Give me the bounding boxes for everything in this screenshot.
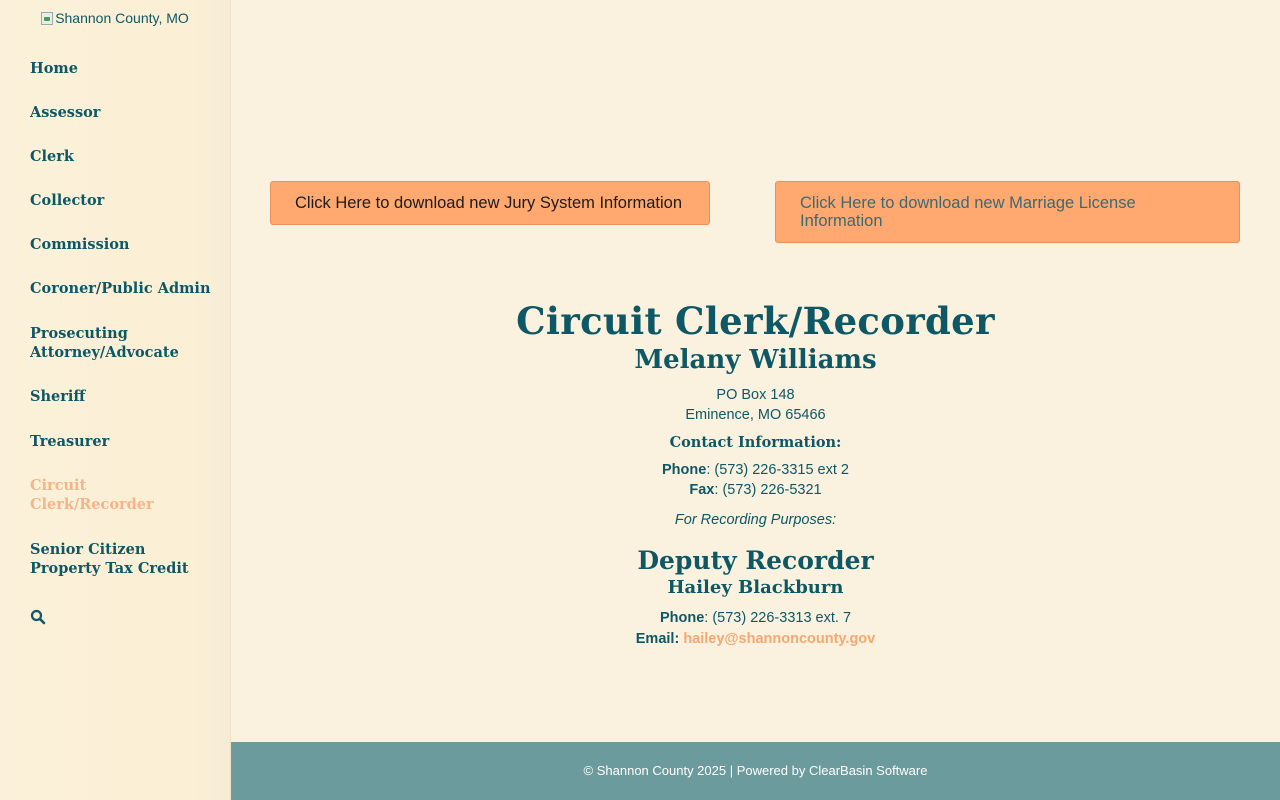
county-logo[interactable]: Shannon County, MO (0, 10, 230, 26)
jury-info-button[interactable]: Click Here to download new Jury System I… (270, 181, 710, 225)
deputy-phone-label: Phone (659, 610, 705, 626)
email-label: Email: (635, 631, 680, 647)
phone-label: Phone (662, 462, 707, 478)
official-name: Melany Williams (634, 345, 877, 375)
address-line-1: PO Box 148 (716, 387, 795, 403)
fax-label: Fax (689, 482, 715, 498)
main-content: Click Here to download new Jury System I… (231, 0, 1280, 742)
page-title: Circuit Clerk/Recorder (516, 299, 995, 343)
fax-value: : (573) 226-5321 (714, 482, 822, 498)
sidebar: Shannon County, MO Home Assessor Clerk C… (0, 0, 231, 800)
nav-item-sheriff[interactable]: Sheriff (30, 387, 215, 406)
nav-item-circuit-clerk-recorder[interactable]: Circuit Clerk/Recorder (30, 476, 160, 514)
recording-note: For Recording Purposes: (674, 512, 837, 528)
nav-item-prosecuting-attorney[interactable]: Prosecuting Attorney/Advocate (30, 324, 180, 362)
nav-item-senior-citizen-tax-credit[interactable]: Senior Citizen Property Tax Credit (30, 540, 190, 578)
deputy-name: Hailey Blackburn (667, 577, 844, 598)
nav-item-assessor[interactable]: Assessor (30, 103, 215, 122)
deputy-phone: Phone: (573) 226-3313 ext. 7 (231, 608, 1280, 628)
nav-item-home[interactable]: Home (30, 59, 215, 78)
address-line-2: Eminence, MO 65466 (685, 407, 826, 423)
logo-alt-text: Shannon County, MO (55, 10, 189, 26)
footer-text: © Shannon County 2025 | Powered by Clear… (583, 763, 928, 778)
contact-heading: Contact Information: (669, 434, 842, 451)
office-fax: Fax: (573) 226-5321 (231, 480, 1280, 500)
deputy-phone-value: : (573) 226-3313 ext. 7 (704, 610, 852, 626)
nav-item-commission[interactable]: Commission (30, 235, 215, 254)
deputy-email: Email: hailey@shannoncounty.gov (231, 629, 1280, 649)
search-icon[interactable] (30, 609, 46, 625)
deputy-email-link[interactable]: hailey@shannoncounty.gov (683, 631, 875, 647)
broken-image-icon (41, 12, 54, 25)
nav-item-clerk[interactable]: Clerk (30, 147, 215, 166)
nav-item-coroner[interactable]: Coroner/Public Admin (30, 279, 215, 298)
nav-item-collector[interactable]: Collector (30, 191, 215, 210)
marriage-license-button[interactable]: Click Here to download new Marriage Lice… (775, 181, 1240, 243)
office-phone: Phone: (573) 226-3315 ext 2 (231, 460, 1280, 480)
footer: © Shannon County 2025 | Powered by Clear… (231, 742, 1280, 800)
deputy-title: Deputy Recorder (637, 546, 874, 575)
nav-item-treasurer[interactable]: Treasurer (30, 432, 215, 451)
phone-value: : (573) 226-3315 ext 2 (706, 462, 849, 478)
